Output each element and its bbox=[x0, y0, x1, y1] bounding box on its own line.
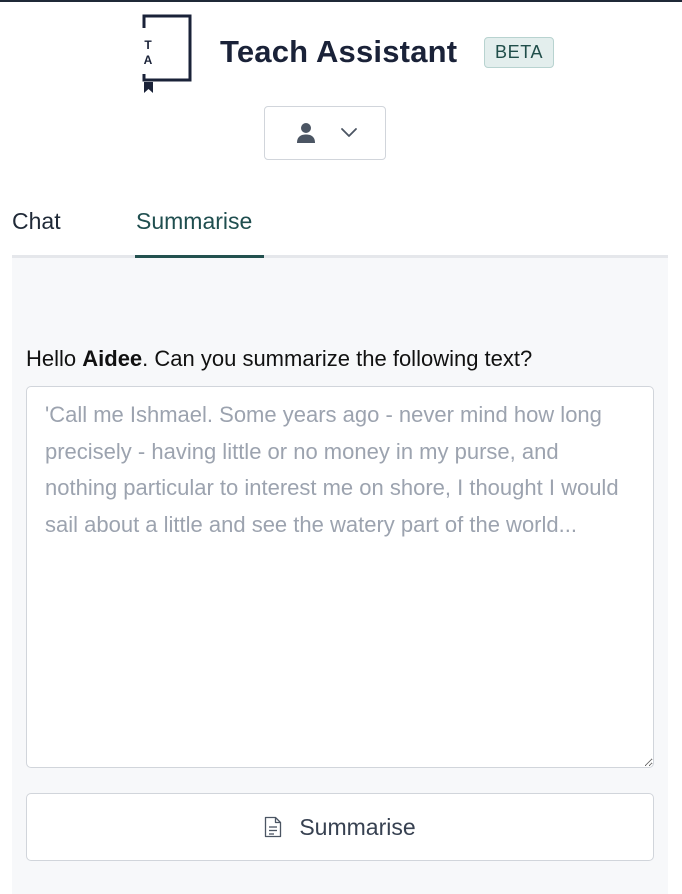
user-menu-button[interactable] bbox=[264, 106, 386, 160]
top-border bbox=[0, 0, 682, 2]
app-title: Teach Assistant bbox=[220, 34, 458, 69]
summarise-button-label: Summarise bbox=[299, 813, 416, 840]
user-name: Aidee bbox=[82, 346, 143, 371]
user-icon bbox=[297, 123, 315, 143]
app-header: T A Teach Assistant BETA bbox=[0, 12, 682, 96]
teach-assistant-logo: T A bbox=[142, 14, 192, 93]
logo-letter-t: T bbox=[144, 38, 152, 52]
document-icon bbox=[265, 816, 282, 838]
greeting-suffix: . Can you summarize the following text? bbox=[142, 346, 533, 371]
bookmark-icon bbox=[144, 82, 153, 93]
chevron-down-icon bbox=[341, 128, 357, 137]
summarise-text-input[interactable] bbox=[26, 386, 654, 768]
tab-summarise[interactable]: Summarise bbox=[136, 208, 252, 235]
summarise-panel: Hello Aidee. Can you summarize the follo… bbox=[12, 258, 668, 894]
logo-letter-a: A bbox=[144, 53, 153, 67]
tab-bar: Chat Summarise bbox=[12, 190, 668, 260]
beta-badge: BETA bbox=[484, 37, 555, 68]
greeting-prefix: Hello bbox=[26, 346, 83, 371]
tab-chat[interactable]: Chat bbox=[12, 208, 61, 235]
greeting-text: Hello Aidee. Can you summarize the follo… bbox=[26, 346, 532, 372]
summarise-button[interactable]: Summarise bbox=[26, 793, 654, 861]
